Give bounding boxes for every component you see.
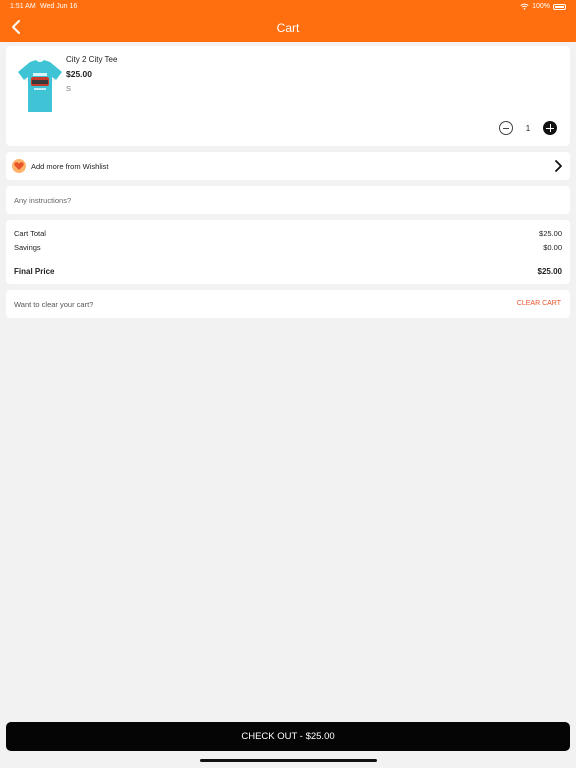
decrease-quantity-button[interactable] — [499, 121, 513, 135]
increase-quantity-button[interactable] — [543, 121, 557, 135]
wishlist-label: Add more from Wishlist — [31, 162, 109, 171]
status-time: 1:51 AM — [10, 3, 36, 10]
product-price: $25.00 — [66, 69, 92, 79]
savings-value: $0.00 — [543, 243, 562, 252]
add-from-wishlist-row[interactable]: Add more from Wishlist — [6, 152, 570, 180]
quantity-value: 1 — [525, 124, 531, 133]
tshirt-icon[interactable] — [16, 58, 64, 114]
cart-item-card: City 2 City Tee $25.00 S 1 — [6, 46, 570, 146]
price-summary-card: Cart Total $25.00 Savings $0.00 Final Pr… — [6, 220, 570, 284]
instructions-placeholder: Any instructions? — [14, 196, 72, 205]
home-indicator — [200, 759, 377, 762]
heart-icon — [12, 159, 26, 173]
clear-cart-button[interactable]: CLEAR CART — [517, 300, 561, 307]
savings-row: Savings $0.00 — [14, 243, 562, 252]
status-bar: 1:51 AM Wed Jun 16 100% — [0, 0, 576, 14]
clear-cart-prompt: Want to clear your cart? — [14, 300, 94, 309]
chevron-right-icon — [555, 160, 562, 172]
savings-label: Savings — [14, 243, 41, 252]
clear-cart-card: Want to clear your cart? CLEAR CART — [6, 290, 570, 318]
checkout-button[interactable]: CHECK OUT - $25.00 — [6, 722, 570, 751]
status-date: Wed Jun 16 — [40, 3, 78, 10]
product-size: S — [66, 84, 72, 93]
final-price-label: Final Price — [14, 267, 55, 276]
wifi-icon — [520, 3, 529, 10]
final-price-value: $25.00 — [537, 267, 562, 276]
cart-total-label: Cart Total — [14, 229, 46, 238]
status-indicators: 100% — [520, 3, 566, 10]
cart-total-value: $25.00 — [539, 229, 562, 238]
product-name[interactable]: City 2 City Tee — [66, 55, 117, 64]
battery-percent: 100% — [532, 3, 550, 10]
cart-total-row: Cart Total $25.00 — [14, 229, 562, 238]
instructions-field[interactable]: Any instructions? — [6, 186, 570, 214]
app-header: 1:51 AM Wed Jun 16 100% Cart — [0, 0, 576, 42]
battery-icon — [553, 3, 566, 10]
final-price-row: Final Price $25.00 — [14, 267, 562, 276]
page-title: Cart — [276, 21, 300, 35]
